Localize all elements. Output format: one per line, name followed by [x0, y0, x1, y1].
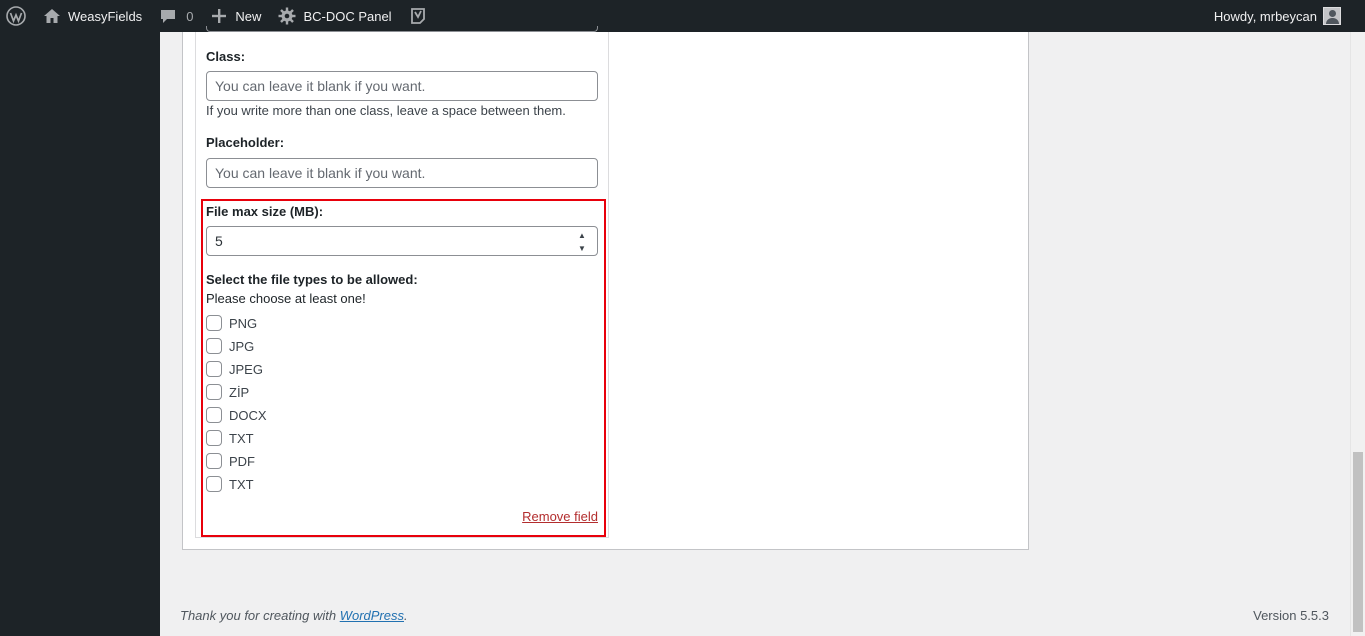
file-type-option[interactable]: ZİP: [206, 382, 249, 402]
spin-down-icon[interactable]: ▼: [578, 244, 586, 253]
placeholder-input[interactable]: [206, 158, 598, 188]
file-type-option[interactable]: TXT: [206, 474, 254, 494]
comment-icon: [158, 6, 178, 26]
file-type-checkbox[interactable]: [206, 430, 222, 446]
file-type-checkbox[interactable]: [206, 361, 222, 377]
number-spinner[interactable]: ▲ ▼: [577, 231, 587, 253]
file-type-label: TXT: [229, 430, 254, 446]
file-type-option[interactable]: JPEG: [206, 359, 263, 379]
file-type-option[interactable]: JPG: [206, 336, 254, 356]
file-type-checkbox[interactable]: [206, 453, 222, 469]
my-account-menu[interactable]: Howdy, mrbeycan: [1206, 0, 1365, 32]
file-type-option[interactable]: PNG: [206, 313, 257, 333]
footer-thanks-prefix: Thank you for creating with: [180, 608, 340, 623]
comments-menu[interactable]: 0: [150, 0, 201, 32]
wordpress-logo-icon: [6, 6, 26, 26]
max-size-label: File max size (MB):: [206, 204, 324, 219]
admin-sidebar: [0, 32, 160, 636]
class-input[interactable]: [206, 71, 598, 101]
footer-thanks-suffix: .: [404, 608, 408, 623]
remove-field-link[interactable]: Remove field: [522, 509, 598, 524]
placeholder-label: Placeholder:: [206, 135, 285, 150]
file-type-option[interactable]: DOCX: [206, 405, 267, 425]
yoast-icon: [408, 6, 428, 26]
wordpress-link[interactable]: WordPress: [340, 608, 404, 623]
new-label: New: [235, 8, 262, 24]
previous-input-edge: [206, 26, 598, 32]
site-name: WeasyFields: [68, 8, 143, 24]
file-type-checkbox[interactable]: [206, 338, 222, 354]
file-type-checkbox[interactable]: [206, 384, 222, 400]
gear-icon: [277, 6, 297, 26]
wp-logo-menu[interactable]: [0, 0, 34, 32]
file-type-label: PDF: [229, 453, 255, 469]
avatar: [1323, 7, 1341, 25]
footer-version: Version 5.5.3: [1253, 608, 1329, 623]
page-scrollbar[interactable]: [1350, 32, 1365, 636]
file-type-checkbox[interactable]: [206, 407, 222, 423]
class-hint: If you write more than one class, leave …: [206, 103, 566, 118]
file-type-label: PNG: [229, 315, 258, 331]
file-type-checkbox[interactable]: [206, 315, 222, 331]
home-icon: [42, 6, 62, 26]
panel-label: BC-DOC Panel: [303, 8, 392, 24]
file-type-checkbox[interactable]: [206, 476, 222, 492]
site-name-menu[interactable]: WeasyFields: [34, 0, 150, 32]
file-type-option[interactable]: TXT: [206, 428, 254, 448]
admin-bar: WeasyFields 0 New BC-DOC Panel Howdy, mr…: [0, 0, 1365, 32]
file-type-label: ZİP: [229, 384, 250, 400]
file-type-label: JPEG: [229, 361, 263, 377]
file-type-label: DOCX: [229, 407, 267, 423]
footer-thanks: Thank you for creating with WordPress.: [180, 608, 408, 623]
spin-up-icon[interactable]: ▲: [578, 231, 586, 240]
file-type-label: JPG: [229, 338, 255, 354]
class-label: Class:: [206, 49, 246, 64]
scrollbar-thumb[interactable]: [1353, 452, 1363, 632]
max-size-value: 5: [215, 233, 223, 249]
file-types-hint: Please choose at least one!: [206, 291, 366, 306]
file-type-label: TXT: [229, 476, 254, 492]
comments-count: 0: [186, 8, 194, 24]
file-type-option[interactable]: PDF: [206, 451, 255, 471]
user-greeting: Howdy, mrbeycan: [1213, 8, 1317, 24]
max-size-input[interactable]: 5 ▲ ▼: [206, 226, 598, 256]
plus-icon: [209, 6, 229, 26]
file-types-label: Select the file types to be allowed:: [206, 272, 418, 287]
